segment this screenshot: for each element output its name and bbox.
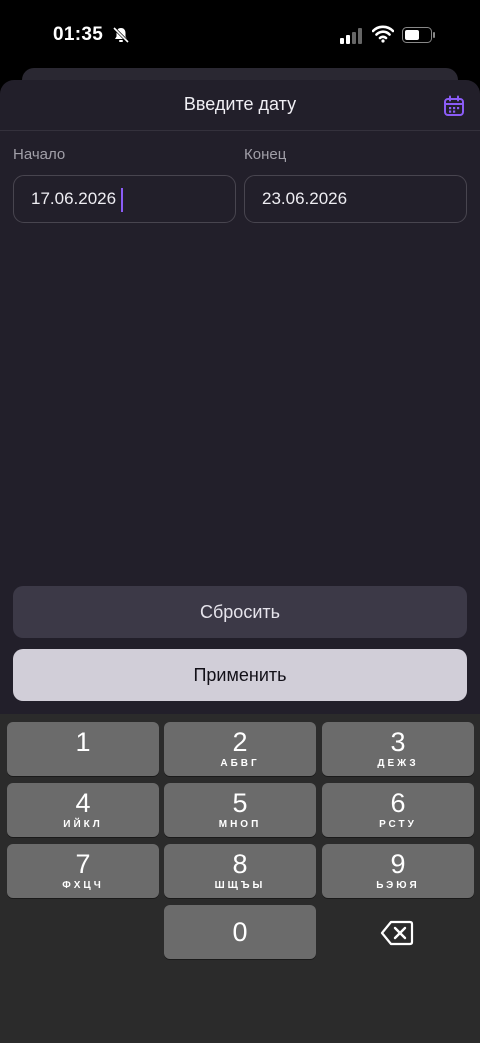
key-letters: ДЕЖЗ (377, 758, 419, 769)
start-date-label: Начало (13, 146, 66, 163)
key-4[interactable]: 4 ИЙКЛ (7, 783, 159, 837)
key-digit: 0 (232, 917, 248, 947)
key-1[interactable]: 1 (7, 722, 159, 776)
battery-icon (402, 27, 435, 43)
key-letters: ИЙКЛ (63, 819, 103, 830)
key-letters: АБВГ (220, 758, 260, 769)
key-digit: 9 (390, 849, 406, 879)
key-digit: 1 (75, 727, 91, 757)
key-3[interactable]: 3 ДЕЖЗ (322, 722, 474, 776)
key-8[interactable]: 8 ШЩЪЫ (164, 844, 316, 898)
date-range-sheet: Введите дату Начало Конец 17.06.2026 23.… (0, 80, 480, 714)
start-date-input[interactable]: 17.06.2026 (13, 175, 236, 223)
key-7[interactable]: 7 ФХЦЧ (7, 844, 159, 898)
key-letters: РСТУ (379, 819, 417, 830)
key-letters: ШЩЪЫ (214, 880, 266, 891)
key-digit: 5 (232, 788, 248, 818)
text-caret (121, 188, 123, 212)
key-digit: 8 (232, 849, 248, 879)
key-letters: МНОП (218, 819, 262, 830)
key-letters: ЬЭЮЯ (376, 880, 420, 891)
key-letters: ФХЦЧ (62, 880, 104, 891)
end-date-label: Конец (244, 146, 287, 163)
sheet-header: Введите дату (0, 80, 480, 131)
end-date-value: 23.06.2026 (262, 189, 348, 208)
key-2[interactable]: 2 АБВГ (164, 722, 316, 776)
key-5[interactable]: 5 МНОП (164, 783, 316, 837)
calendar-icon[interactable] (442, 94, 466, 118)
cellular-signal-icon (340, 28, 362, 44)
status-time: 01:35 (53, 24, 104, 45)
key-digit: 7 (75, 849, 91, 879)
key-6[interactable]: 6 РСТУ (322, 783, 474, 837)
start-date-value: 17.06.2026 (31, 189, 117, 208)
numeric-keypad: 1 2 АБВГ 3 ДЕЖЗ 4 ИЙКЛ 5 МНОП 6 РСТУ 7 Ф… (0, 714, 480, 1043)
key-9[interactable]: 9 ЬЭЮЯ (322, 844, 474, 898)
key-digit: 3 (390, 727, 406, 757)
key-digit: 2 (232, 727, 248, 757)
wifi-icon (372, 25, 394, 43)
key-digit: 4 (75, 788, 91, 818)
backspace-icon[interactable] (380, 918, 414, 948)
status-bar: 01:35 (0, 0, 480, 70)
sheet-title: Введите дату (183, 94, 297, 114)
key-digit: 6 (390, 788, 406, 818)
reset-button[interactable]: Сбросить (13, 586, 467, 638)
bell-slash-icon (112, 26, 130, 44)
key-0[interactable]: 0 (164, 905, 316, 959)
end-date-input[interactable]: 23.06.2026 (244, 175, 467, 223)
apply-button[interactable]: Применить (13, 649, 467, 701)
